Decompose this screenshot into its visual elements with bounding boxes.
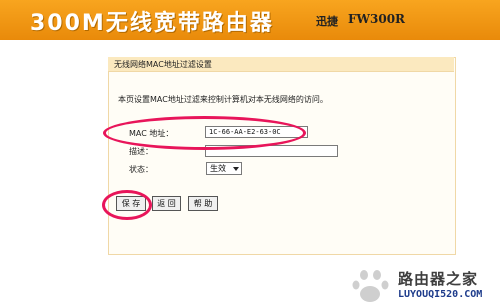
status-select-value: 生效 [210, 164, 226, 173]
watermark-url: LUYOUQI520.COM [398, 289, 483, 300]
model-name: FW300R [348, 12, 406, 26]
site-watermark: 路由器之家 LUYOUQI520.COM [398, 268, 498, 308]
brand-name: 迅捷 [316, 15, 338, 28]
mac-address-input[interactable]: 1C-66-AA-E2-63-0C [205, 126, 308, 138]
back-button[interactable]: 返 回 [152, 196, 181, 211]
save-button[interactable]: 保 存 [116, 196, 146, 211]
watermark-title: 路由器之家 [398, 270, 479, 288]
status-select[interactable]: 生效 [206, 162, 242, 175]
status-label: 状态： [129, 165, 153, 174]
mac-address-label: MAC 地址： [129, 129, 174, 138]
help-button[interactable]: 帮 助 [188, 196, 218, 211]
description-input[interactable] [205, 145, 338, 157]
chevron-down-icon [233, 167, 239, 171]
description-label: 描述： [129, 147, 153, 156]
baidu-paw-logo [352, 270, 389, 302]
product-title: 300M无线宽带路由器 [30, 11, 274, 36]
panel-title: 无线网络MAC地址过滤设置 [114, 60, 212, 69]
panel-description: 本页设置MAC地址过滤来控制计算机对本无线网络的访问。 [118, 95, 328, 104]
